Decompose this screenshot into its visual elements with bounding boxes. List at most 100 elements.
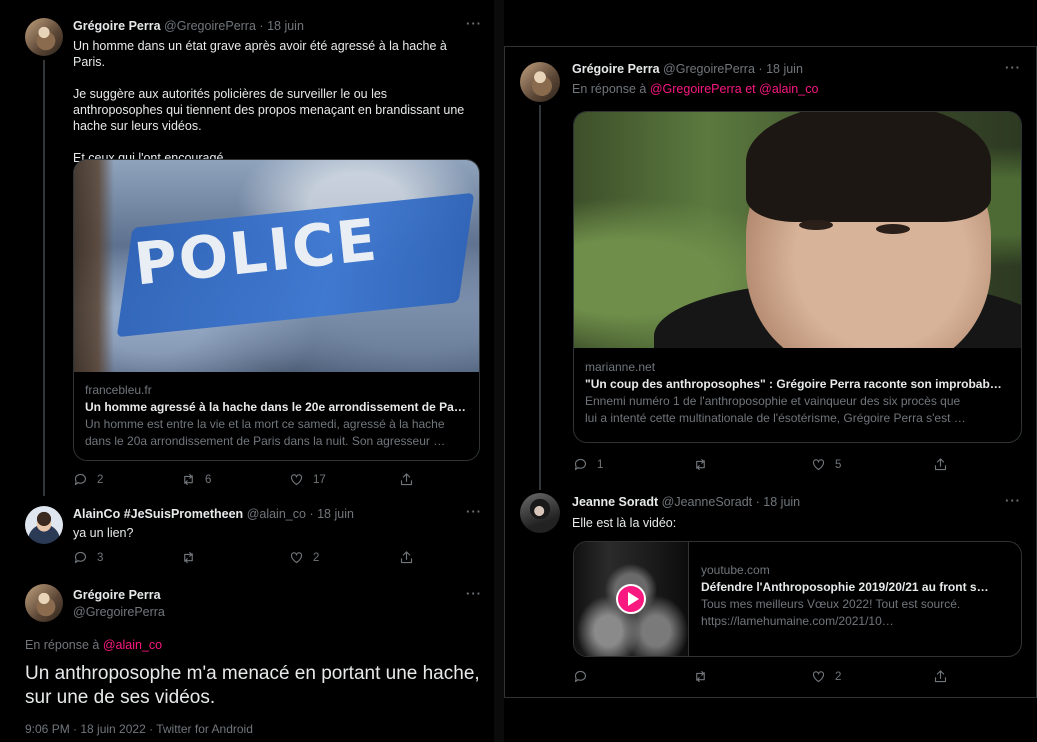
tweet-text: Elle est là la vidéo: — [572, 516, 677, 530]
tweet-actions: 2 6 17 — [73, 472, 473, 488]
author-name[interactable]: Grégoire Perra — [73, 588, 161, 602]
like-button[interactable]: 17 — [289, 472, 326, 487]
card-description: dans le 20a arrondissement de Paris dans… — [85, 434, 446, 448]
author-handle[interactable]: @JeanneSoradt — [662, 495, 753, 509]
share-icon — [934, 458, 947, 471]
tweet-actions: 3 2 — [73, 550, 473, 566]
more-options-icon[interactable]: ··· — [1005, 60, 1021, 75]
card-domain: marianne.net — [585, 360, 656, 374]
tweet-actions: 1 5 — [573, 457, 1013, 473]
card-description: https://lamehumaine.com/2021/10… — [701, 614, 894, 628]
reply-button[interactable] — [573, 669, 588, 684]
tweet-header: Grégoire Perra @GregoirePerra · 18 juin — [73, 19, 304, 33]
reply-icon — [574, 458, 587, 471]
author-handle[interactable]: @GregoirePerra — [73, 605, 165, 619]
avatar-gregoire-perra[interactable] — [25, 584, 63, 622]
share-icon — [400, 473, 413, 486]
retweet-icon — [696, 670, 705, 683]
avatar-gregoire-perra[interactable] — [25, 18, 63, 56]
author-name[interactable]: Grégoire Perra — [73, 19, 161, 33]
video-thumbnail — [574, 542, 689, 656]
like-count: 2 — [835, 670, 842, 683]
heart-icon — [812, 459, 825, 471]
reply-mention[interactable]: @GregoirePerra — [650, 82, 742, 96]
author-handle[interactable]: @GregoirePerra — [164, 19, 256, 33]
card-description: Tous mes meilleurs Vœux 2022! Tout est s… — [701, 597, 961, 611]
more-options-icon[interactable]: ··· — [466, 586, 482, 601]
separator-dot: · — [259, 19, 264, 33]
reply-mention[interactable]: @alain_co — [103, 638, 162, 652]
author-name[interactable]: Grégoire Perra — [572, 62, 660, 76]
reply-icon — [74, 551, 87, 564]
retweet-icon — [696, 458, 705, 471]
retweet-button[interactable] — [693, 669, 708, 684]
card-text: youtube.com Défendre l'Anthroposophie 20… — [701, 562, 1010, 630]
reply-join: et — [745, 82, 756, 96]
tweet-date[interactable]: 18 juin — [317, 507, 354, 521]
tweet-date[interactable]: 18 juin — [763, 495, 800, 509]
heart-icon — [812, 671, 825, 683]
author-name[interactable]: AlainCo #JeSuisPrometheen — [73, 507, 243, 521]
reply-context: En réponse à @GregoirePerra et @alain_co — [572, 82, 818, 96]
like-button[interactable]: 2 — [811, 669, 841, 684]
avatar-jeanne-soradt[interactable] — [520, 493, 560, 533]
play-icon[interactable] — [616, 584, 646, 614]
like-count: 2 — [313, 551, 320, 564]
share-button[interactable] — [933, 457, 948, 472]
like-button[interactable]: 5 — [811, 457, 841, 472]
tweet-metadata[interactable]: 9:06 PM · 18 juin 2022 · Twitter for And… — [25, 722, 253, 736]
heart-icon — [290, 552, 303, 564]
retweet-button[interactable] — [693, 457, 708, 472]
card-description: Un homme est entre la vie et la mort ce … — [85, 417, 445, 431]
separator-dot: · — [755, 495, 760, 509]
retweet-button[interactable]: 6 — [181, 472, 211, 487]
tweet-text: ya un lien? — [73, 526, 134, 540]
link-card-marianne[interactable]: marianne.net "Un coup des anthroposophes… — [573, 111, 1022, 443]
reply-mention[interactable]: @alain_co — [759, 82, 818, 96]
link-card-francebleu[interactable]: POLICE francebleu.fr Un homme agressé à … — [73, 159, 480, 461]
reply-count: 1 — [597, 458, 604, 471]
separator-dot: · — [309, 507, 314, 521]
more-options-icon[interactable]: ··· — [466, 16, 482, 31]
reply-button[interactable]: 1 — [573, 457, 603, 472]
share-button[interactable] — [933, 669, 948, 684]
share-icon — [934, 670, 947, 683]
thread-line — [539, 105, 541, 490]
focused-tweet-text: Un anthroposophe m'a menacé en portant u… — [25, 663, 480, 708]
retweet-icon — [184, 551, 193, 564]
card-description: lui a intenté cette multinationale de l'… — [585, 411, 966, 425]
reply-icon — [574, 670, 587, 683]
card-text: francebleu.fr Un homme agressé à la hach… — [85, 382, 468, 450]
reply-button[interactable]: 2 — [73, 472, 103, 487]
tweet-header: AlainCo #JeSuisPrometheen @alain_co · 18… — [73, 507, 354, 521]
left-thread-panel: Grégoire Perra @GregoirePerra · 18 juin … — [0, 0, 494, 742]
right-thread-panel: Grégoire Perra @GregoirePerra · 18 juin … — [504, 46, 1037, 698]
reply-context: En réponse à @alain_co — [25, 638, 162, 652]
author-name[interactable]: Jeanne Soradt — [572, 495, 658, 509]
more-options-icon[interactable]: ··· — [1005, 493, 1021, 508]
like-count: 5 — [835, 458, 842, 471]
reply-icon — [74, 473, 87, 486]
retweet-button[interactable] — [181, 550, 196, 565]
card-text: marianne.net "Un coup des anthroposophes… — [585, 359, 1010, 427]
tweet-paragraph: Je suggère aux autorités policières de s… — [73, 87, 465, 133]
author-handle[interactable]: @GregoirePerra — [663, 62, 755, 76]
avatar-alainco[interactable] — [25, 506, 63, 544]
reply-count: 3 — [97, 551, 104, 564]
link-card-youtube[interactable]: youtube.com Défendre l'Anthroposophie 20… — [573, 541, 1022, 657]
card-description: Ennemi numéro 1 de l'anthroposophie et v… — [585, 394, 961, 408]
card-image-police: POLICE — [74, 160, 479, 372]
more-options-icon[interactable]: ··· — [466, 504, 482, 519]
avatar-gregoire-perra[interactable] — [520, 62, 560, 102]
like-count: 17 — [313, 473, 326, 486]
tweet-date[interactable]: 18 juin — [267, 19, 304, 33]
retweet-icon — [184, 473, 193, 486]
author-handle[interactable]: @alain_co — [247, 507, 306, 521]
panel-divider — [494, 0, 504, 742]
share-button[interactable] — [399, 550, 414, 565]
card-title: Défendre l'Anthroposophie 2019/20/21 au … — [701, 580, 989, 594]
tweet-date[interactable]: 18 juin — [766, 62, 803, 76]
like-button[interactable]: 2 — [289, 550, 319, 565]
share-button[interactable] — [399, 472, 414, 487]
reply-button[interactable]: 3 — [73, 550, 103, 565]
